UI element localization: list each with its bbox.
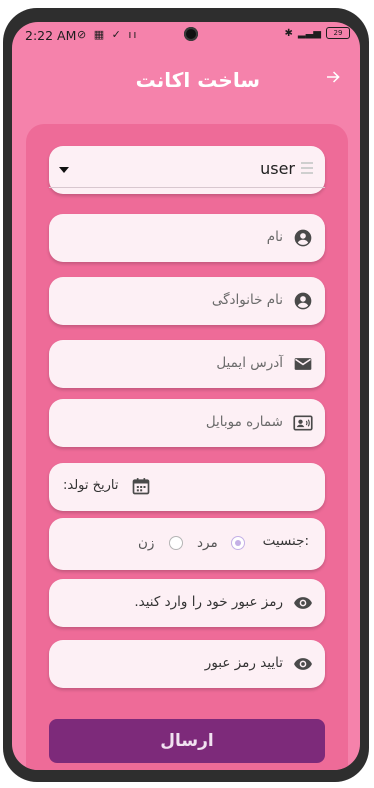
list-icon [301,162,313,176]
password-placeholder: رمز عبور خود را وارد کنید. [134,594,283,610]
battery-icon: 29 [326,27,350,39]
back-arrow-icon[interactable] [320,68,346,94]
signal-icon: ▂▃▅ [297,27,321,39]
mobile-field[interactable]: شماره موبایل [49,399,325,447]
first-name-field[interactable]: نام [49,214,325,262]
email-placeholder: آدرس ایمیل [216,355,283,371]
eye-icon[interactable] [293,593,313,613]
gender-field: جنسیت: مرد زن [49,518,325,570]
role-select[interactable]: user [49,146,325,194]
password-field[interactable]: رمز عبور خود را وارد کنید. [49,579,325,627]
select-underline [49,187,325,188]
account-icon [294,292,312,310]
app-bar: ساخت اکانت [12,62,360,98]
dropdown-caret-icon[interactable] [59,167,69,173]
birth-date-label: تاریخ تولد: [63,478,119,493]
confirm-password-placeholder: تایید رمز عبور [204,655,283,671]
status-bar: 2:22 AM ⊘ ▦ ✓ ıı ✱ ▂▃▅ 29 [12,22,360,48]
confirm-password-field[interactable]: تایید رمز عبور [49,640,325,688]
bluetooth-icon: ✱ [284,27,293,39]
gender-label: جنسیت: [262,533,309,549]
calendar-icon[interactable] [131,476,151,496]
first-name-placeholder: نام [266,229,283,245]
contact-card-icon [293,415,313,431]
status-time: 2:22 AM [25,28,77,43]
status-right: ✱ ▂▃▅ 29 [285,27,350,39]
submit-button[interactable]: ارسال [49,719,325,763]
gender-radio-female[interactable] [169,536,183,550]
last-name-field[interactable]: نام خانوادگی [49,277,325,325]
gender-option-male[interactable]: مرد [197,535,218,551]
role-select-value: user [260,159,295,178]
birth-date-field[interactable]: تاریخ تولد: [49,463,325,511]
account-icon [294,229,312,247]
page-title: ساخت اکانت [135,68,260,92]
gender-radio-male[interactable] [231,536,245,550]
gender-option-female[interactable]: زن [138,535,154,551]
front-camera [184,27,198,41]
phone-frame: 2:22 AM ⊘ ▦ ✓ ıı ✱ ▂▃▅ 29 ساخت اکانت use… [3,8,369,782]
mobile-placeholder: شماره موبایل [205,414,283,430]
screen: 2:22 AM ⊘ ▦ ✓ ıı ✱ ▂▃▅ 29 ساخت اکانت use… [12,22,360,770]
notification-icons: ⊘ ▦ ✓ ıı [77,28,139,41]
eye-icon[interactable] [293,654,313,674]
email-field[interactable]: آدرس ایمیل [49,340,325,388]
mail-icon [294,358,312,370]
last-name-placeholder: نام خانوادگی [211,292,283,308]
arrow-right-icon [327,71,340,83]
